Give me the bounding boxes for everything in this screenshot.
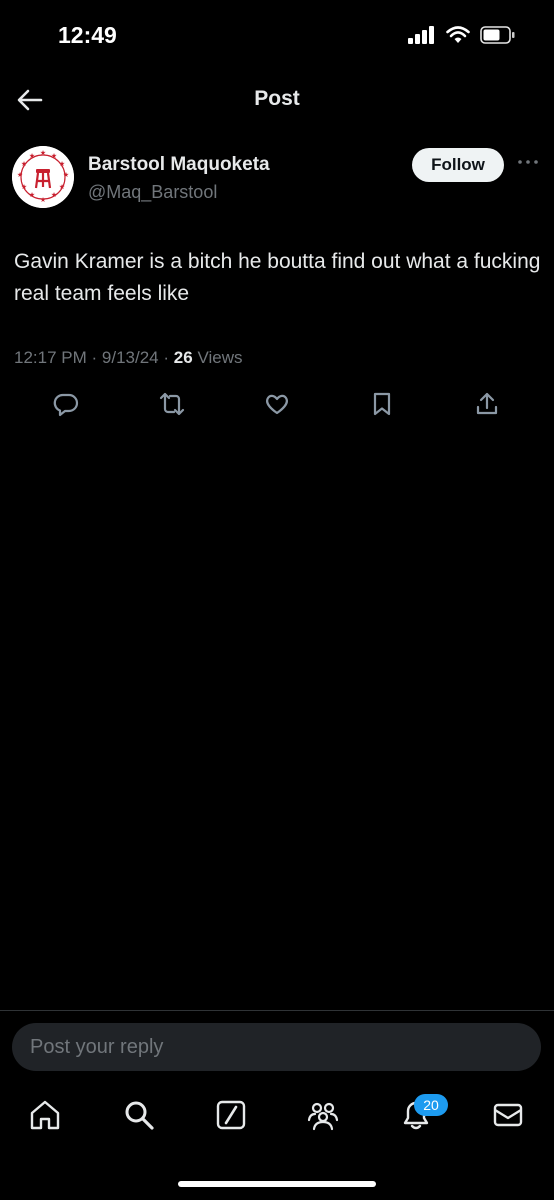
svg-text:★: ★: [17, 171, 23, 179]
home-icon[interactable]: [28, 1098, 62, 1132]
page-title: Post: [254, 87, 300, 110]
follow-button[interactable]: Follow: [412, 148, 504, 182]
meta-separator: ·: [163, 348, 170, 367]
svg-text:★: ★: [21, 183, 27, 191]
battery-icon: [480, 26, 515, 44]
status-icons: [408, 26, 516, 44]
notifications-badge: 20: [414, 1094, 448, 1116]
signal-icon: [408, 26, 434, 44]
svg-text:★: ★: [51, 191, 57, 199]
reply-input[interactable]: [12, 1023, 541, 1071]
svg-text:★: ★: [51, 152, 57, 160]
share-icon[interactable]: [473, 390, 501, 418]
home-indicator: [178, 1181, 376, 1187]
reply-icon[interactable]: [52, 390, 80, 418]
views-count: 26: [173, 348, 193, 367]
messages-icon[interactable]: [491, 1098, 525, 1132]
top-navigation: Post: [0, 72, 554, 128]
action-bar: [0, 390, 554, 430]
svg-text:★: ★: [40, 196, 46, 204]
status-bar: 12:49: [0, 0, 554, 72]
svg-text:★: ★: [40, 149, 46, 157]
svg-text:★: ★: [59, 183, 65, 191]
svg-text:★: ★: [59, 160, 65, 168]
repost-icon[interactable]: [158, 390, 186, 418]
post-metadata: 12:17 PM · 9/13/24 · 26 Views: [14, 348, 242, 368]
avatar[interactable]: ★ ★ ★ ★ ★ ★ ★ ★ ★ ★ ★ ★: [12, 146, 74, 208]
post-time[interactable]: 12:17 PM: [14, 348, 87, 367]
bookmark-icon[interactable]: [368, 390, 396, 418]
svg-text:★: ★: [29, 191, 35, 199]
communities-icon[interactable]: [306, 1098, 340, 1132]
search-icon[interactable]: [122, 1098, 156, 1132]
svg-text:★: ★: [21, 160, 27, 168]
post-date[interactable]: 9/13/24: [102, 348, 159, 367]
post-text: Gavin Kramer is a bitch he boutta find o…: [14, 250, 541, 305]
wifi-icon: [446, 26, 470, 43]
more-icon[interactable]: [516, 154, 540, 170]
status-time: 12:49: [58, 22, 117, 48]
author-display-name[interactable]: Barstool Maquoketa: [88, 154, 270, 176]
barstool-logo-icon: ★ ★★ ★★★ ★★★ ★★★: [12, 146, 74, 208]
author-handle[interactable]: @Maq_Barstool: [88, 182, 217, 203]
views-label: Views: [197, 348, 243, 367]
svg-text:★: ★: [29, 152, 35, 160]
like-icon[interactable]: [263, 390, 291, 418]
svg-text:★: ★: [63, 171, 69, 179]
meta-separator: ·: [91, 348, 98, 367]
reply-composer: [0, 1010, 554, 1083]
grok-icon[interactable]: [214, 1098, 248, 1132]
